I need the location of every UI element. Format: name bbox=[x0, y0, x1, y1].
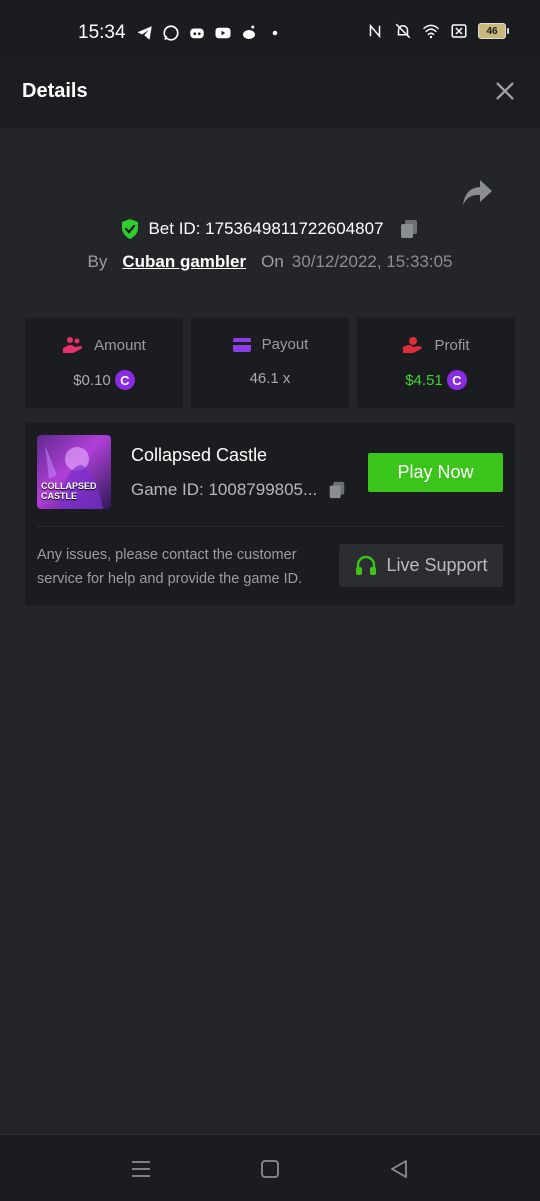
whatsapp-icon bbox=[163, 25, 179, 41]
card-icon bbox=[232, 337, 251, 352]
bell-off-icon bbox=[395, 23, 411, 39]
system-nav-bar bbox=[0, 1134, 540, 1201]
copy-icon[interactable] bbox=[398, 218, 420, 240]
bet-author-row: By Cuban gambler On 30/12/2022, 15:33:05 bbox=[0, 250, 540, 274]
close-box-icon bbox=[451, 24, 467, 38]
thumb-text-line1: COLLAPSED bbox=[41, 481, 97, 491]
status-bar: 15:34 46 bbox=[0, 0, 540, 56]
share-icon[interactable] bbox=[460, 178, 494, 208]
play-now-button[interactable]: Play Now bbox=[368, 453, 503, 492]
amount-label: Amount bbox=[94, 336, 146, 354]
close-icon[interactable] bbox=[494, 80, 516, 102]
game-id-row: Game ID: 1008799805... bbox=[131, 479, 347, 501]
coin-icon: C bbox=[114, 370, 135, 390]
live-support-button[interactable]: Live Support bbox=[339, 544, 503, 587]
hand-profit-icon bbox=[403, 337, 423, 353]
page-title: Details bbox=[22, 80, 88, 102]
game-name: Collapsed Castle bbox=[131, 445, 268, 465]
thumb-text-line2: CASTLE bbox=[41, 491, 77, 501]
live-support-label: Live Support bbox=[386, 555, 488, 575]
coin-icon: C bbox=[446, 370, 467, 390]
on-label: On bbox=[261, 252, 284, 271]
hand-coins-icon bbox=[63, 337, 83, 353]
profit-label: Profit bbox=[434, 336, 470, 354]
bet-datetime: 30/12/2022, 15:33:05 bbox=[291, 252, 453, 271]
status-time: 15:34 bbox=[78, 22, 126, 43]
telegram-icon bbox=[137, 26, 152, 40]
profit-value: $4.51 bbox=[405, 371, 443, 389]
username-link[interactable]: Cuban gambler bbox=[122, 252, 246, 272]
game-panel: COLLAPSED CASTLE Collapsed Castle Game I… bbox=[25, 423, 515, 605]
game-thumbnail[interactable]: COLLAPSED CASTLE bbox=[37, 435, 111, 509]
divider bbox=[37, 526, 503, 527]
nfc-icon bbox=[369, 23, 381, 39]
home-icon[interactable] bbox=[258, 1157, 282, 1181]
game-thumb-text: COLLAPSED CASTLE bbox=[41, 481, 97, 501]
wifi-icon bbox=[422, 24, 440, 39]
shield-check-icon bbox=[122, 219, 139, 239]
youtube-icon bbox=[215, 27, 231, 39]
payout-value: 46.1 x bbox=[249, 370, 291, 387]
copy-icon[interactable] bbox=[327, 479, 347, 501]
payout-card: Payout 46.1 x bbox=[191, 318, 349, 408]
back-icon[interactable] bbox=[387, 1157, 411, 1181]
header: Details bbox=[0, 56, 540, 128]
bet-id: Bet ID: 1753649811722604807 bbox=[148, 219, 384, 238]
profit-card: Profit $4.51 C bbox=[357, 318, 515, 408]
amount-value: $0.10 bbox=[73, 371, 111, 389]
system-icons: 46 bbox=[366, 22, 509, 40]
stat-cards: Amount $0.10 C Payout 46.1 x Profit $4.5… bbox=[25, 318, 515, 408]
amount-card: Amount $0.10 C bbox=[25, 318, 183, 408]
payout-label: Payout bbox=[261, 336, 309, 353]
headset-icon bbox=[356, 555, 377, 575]
support-text: Any issues, please contact the customer … bbox=[37, 547, 303, 587]
bet-id-row: Bet ID: 1753649811722604807 bbox=[0, 215, 540, 243]
menu-icon[interactable] bbox=[129, 1157, 153, 1181]
battery-icon: 46 bbox=[478, 23, 509, 39]
by-label: By bbox=[87, 252, 108, 271]
dot-icon bbox=[272, 30, 278, 36]
game-id: Game ID: 1008799805... bbox=[131, 480, 318, 499]
discord-icon bbox=[190, 28, 204, 39]
notification-icons bbox=[136, 24, 284, 42]
reddit-icon bbox=[243, 25, 255, 39]
